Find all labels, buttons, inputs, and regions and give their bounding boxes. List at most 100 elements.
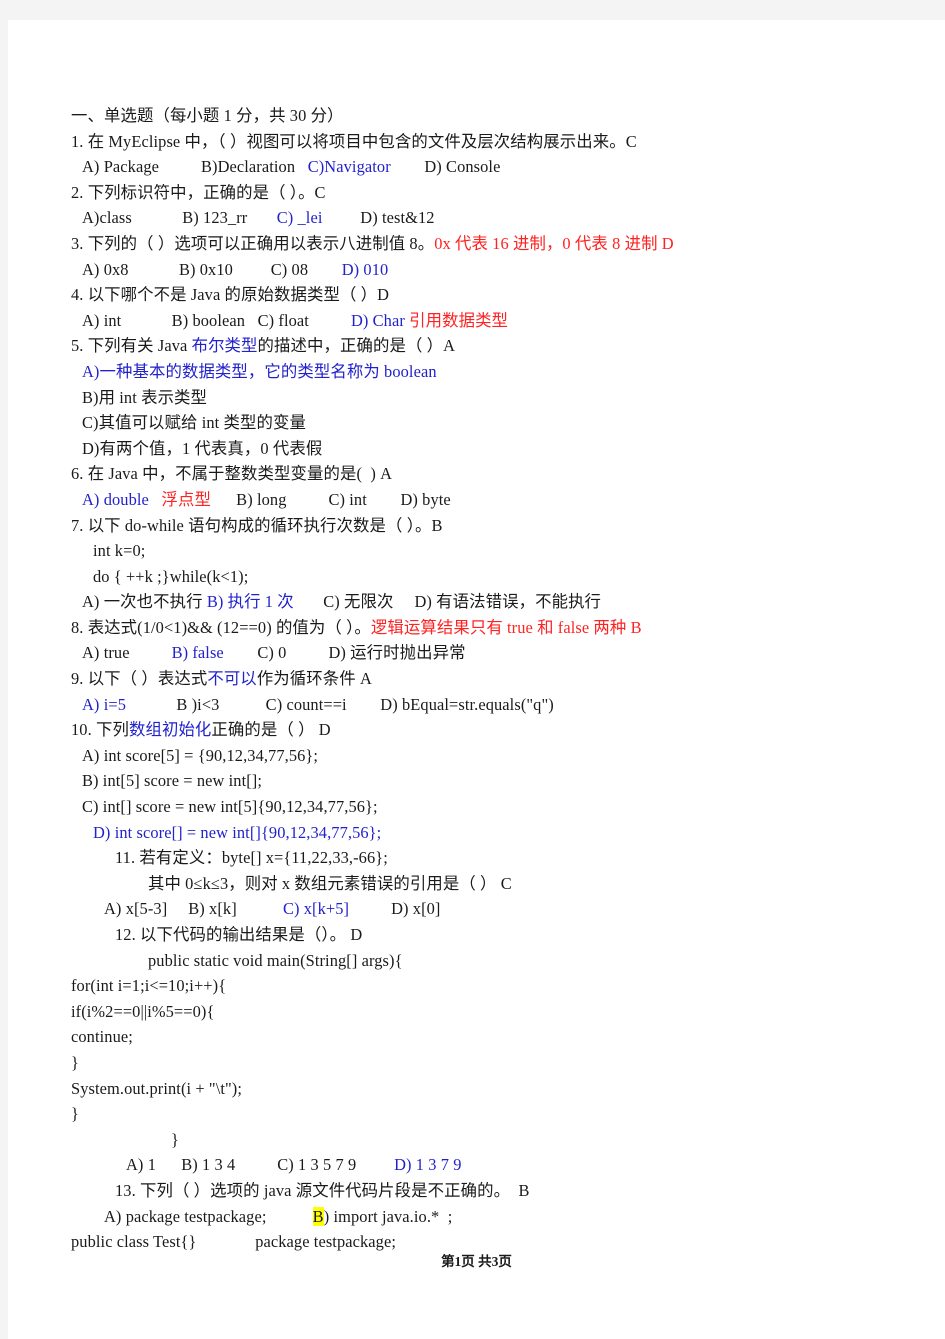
q12-code-line-2: for(int i=1;i<=10;i++){ [71, 976, 227, 996]
q7-code-line-2: do { ++k ;}while(k<1); [93, 566, 249, 586]
q9-stem-part3: 作为循环条件 A [256, 669, 372, 689]
q12-code-line-3: if(i%2==0||i%5==0){ [71, 1001, 215, 1021]
question-2-options: A)class B) 123_rr C) _lei D) test&12 [71, 205, 891, 231]
q5-option-a[interactable]: A)一种基本的数据类型，它的类型名称为 boolean [71, 359, 891, 385]
q11-option-a[interactable]: A) x[5-3] [104, 899, 167, 918]
q12-option-b[interactable]: B) 1 3 4 [181, 1155, 235, 1174]
q2-option-a[interactable]: A)class [82, 208, 132, 227]
q12-option-d[interactable]: D) 1 3 7 9 [394, 1155, 461, 1174]
q1-option-a[interactable]: A) Package [82, 157, 159, 176]
q5-stem-part3: 的描述中，正确的是（ ）A [257, 336, 456, 356]
q9-option-d[interactable]: D) bEqual=str.equals("q") [380, 695, 554, 714]
q11-option-b[interactable]: B) x[k] [188, 899, 237, 918]
q9-option-b[interactable]: B )i<3 [176, 695, 219, 714]
q9-stem-part1: 9. 以下（ ）表达式 [71, 669, 208, 689]
question-13-stem: 13. 下列（ ）选项的 java 源文件代码片段是不正确的。 B [115, 1180, 530, 1200]
q7-option-d[interactable]: D) 有语法错误，不能执行 [414, 592, 601, 611]
q1-option-c[interactable]: C)Navigator [308, 157, 391, 176]
q4-option-c[interactable]: C) float [258, 311, 309, 330]
q13-option-b-highlight[interactable]: B [312, 1206, 324, 1226]
q12-code-line-5: } [71, 1052, 79, 1072]
question-7-stem: 7. 以下 do-while 语句构成的循环执行次数是（ ）。B [71, 515, 443, 535]
q12-code-line-7: } [71, 1104, 79, 1124]
q10-option-c[interactable]: C) int[] score = new int[5]{90,12,34,77,… [71, 794, 891, 820]
q8-option-d[interactable]: D) 运行时抛出异常 [328, 643, 465, 662]
q8-stem-note: 逻辑运算结果只有 true 和 false 两种 B [370, 617, 642, 637]
q7-option-b[interactable]: B) 执行 1 次 [207, 592, 294, 611]
q10-option-b[interactable]: B) int[5] score = new int[]; [71, 768, 891, 794]
question-11-options: A) x[5-3] B) x[k] C) x[k+5] D) x[0] [71, 896, 891, 922]
q10-option-d[interactable]: D) int score[] = new int[]{90,12,34,77,5… [71, 820, 891, 846]
question-9-stem: 9. 以下（ ）表达式不可以作为循环条件 A [71, 666, 891, 692]
question-6-options: A) double 浮点型 B) long C) int D) byte [71, 487, 891, 513]
q4-option-d[interactable]: D) Char [351, 311, 409, 330]
q6-option-d[interactable]: D) byte [400, 490, 450, 509]
q7-option-c[interactable]: C) 无限次 [323, 592, 393, 611]
q2-option-c[interactable]: C) _lei [277, 208, 323, 227]
q6-option-c[interactable]: C) int [328, 490, 366, 509]
question-4-options: A) int B) boolean C) float D) Char 引用数据类… [71, 308, 891, 334]
q11-option-d[interactable]: D) x[0] [391, 899, 440, 918]
q13-option-a-line2: public class Test{} [71, 1232, 197, 1252]
q8-stem-text: 8. 表达式(1/0<1)&& (12==0) 的值为（ ）。 [71, 617, 371, 637]
q4-option-b[interactable]: B) boolean [172, 311, 245, 330]
q5-option-d[interactable]: D)有两个值，1 代表真，0 代表假 [71, 436, 891, 462]
q12-option-c[interactable]: C) 1 3 5 7 9 [277, 1155, 356, 1174]
q10-option-a[interactable]: A) int score[5] = {90,12,34,77,56}; [71, 743, 891, 769]
q13-option-b-line2: package testpackage; [255, 1232, 397, 1252]
q1-option-b[interactable]: B)Declaration [201, 157, 295, 176]
q5-stem-keyword: 布尔类型 [191, 336, 258, 356]
q3-option-b[interactable]: B) 0x10 [179, 260, 233, 279]
q2-option-b[interactable]: B) 123_rr [182, 208, 247, 227]
q3-option-a[interactable]: A) 0x8 [82, 260, 129, 279]
q3-option-d[interactable]: D) 010 [342, 260, 389, 279]
question-1-options: A) Package B)Declaration C)Navigator D) … [71, 154, 891, 180]
q6-option-b[interactable]: B) long [236, 490, 286, 509]
q6-option-a[interactable]: A) double [82, 490, 149, 509]
q8-option-a[interactable]: A) true [82, 643, 130, 662]
question-8-stem: 8. 表达式(1/0<1)&& (12==0) 的值为（ ）。逻辑运算结果只有 … [71, 615, 891, 641]
q11-option-c[interactable]: C) x[k+5] [283, 899, 349, 918]
q9-option-c[interactable]: C) count==i [266, 695, 347, 714]
question-11-stem-line2: 其中 0≤k≤3，则对 x 数组元素错误的引用是（ ） C [148, 873, 512, 893]
q8-option-b[interactable]: B) false [172, 643, 224, 662]
q7-code-line-1: int k=0; [93, 541, 146, 561]
q10-stem-keyword: 数组初始化 [128, 720, 212, 740]
q5-option-c[interactable]: C)其值可以赋给 int 类型的变量 [71, 410, 891, 436]
q2-option-d[interactable]: D) test&12 [360, 208, 434, 227]
q9-stem-keyword: 不可以 [207, 669, 257, 689]
question-2-stem: 2. 下列标识符中，正确的是（ ）。C [71, 182, 326, 202]
q12-code-line-1: public static void main(String[] args){ [148, 950, 403, 970]
q8-option-c[interactable]: C) 0 [257, 643, 286, 662]
question-10-stem: 10. 下列数组初始化正确的是（ ） D [71, 717, 891, 743]
question-8-options: A) true B) false C) 0 D) 运行时抛出异常 [71, 640, 891, 666]
q12-code-line-6: System.out.print(i + "\t"); [71, 1078, 243, 1098]
q3-option-c[interactable]: C) 08 [271, 260, 308, 279]
q10-stem-part3: 正确的是（ ） D [211, 720, 331, 740]
q5-option-b[interactable]: B)用 int 表示类型 [71, 385, 891, 411]
q1-option-d[interactable]: D) Console [424, 157, 500, 176]
q13-option-a[interactable]: A) package testpackage; [104, 1207, 266, 1226]
question-4-stem: 4. 以下哪个不是 Java 的原始数据类型（ ）D [71, 285, 390, 305]
q4-option-a[interactable]: A) int [82, 311, 121, 330]
q13-option-b[interactable]: ) import java.io.* ; [324, 1207, 453, 1226]
q7-option-a[interactable]: A) 一次也不执行 [82, 592, 207, 611]
q9-option-a[interactable]: A) i=5 [82, 695, 126, 714]
q12-option-a[interactable]: A) 1 [126, 1155, 156, 1174]
